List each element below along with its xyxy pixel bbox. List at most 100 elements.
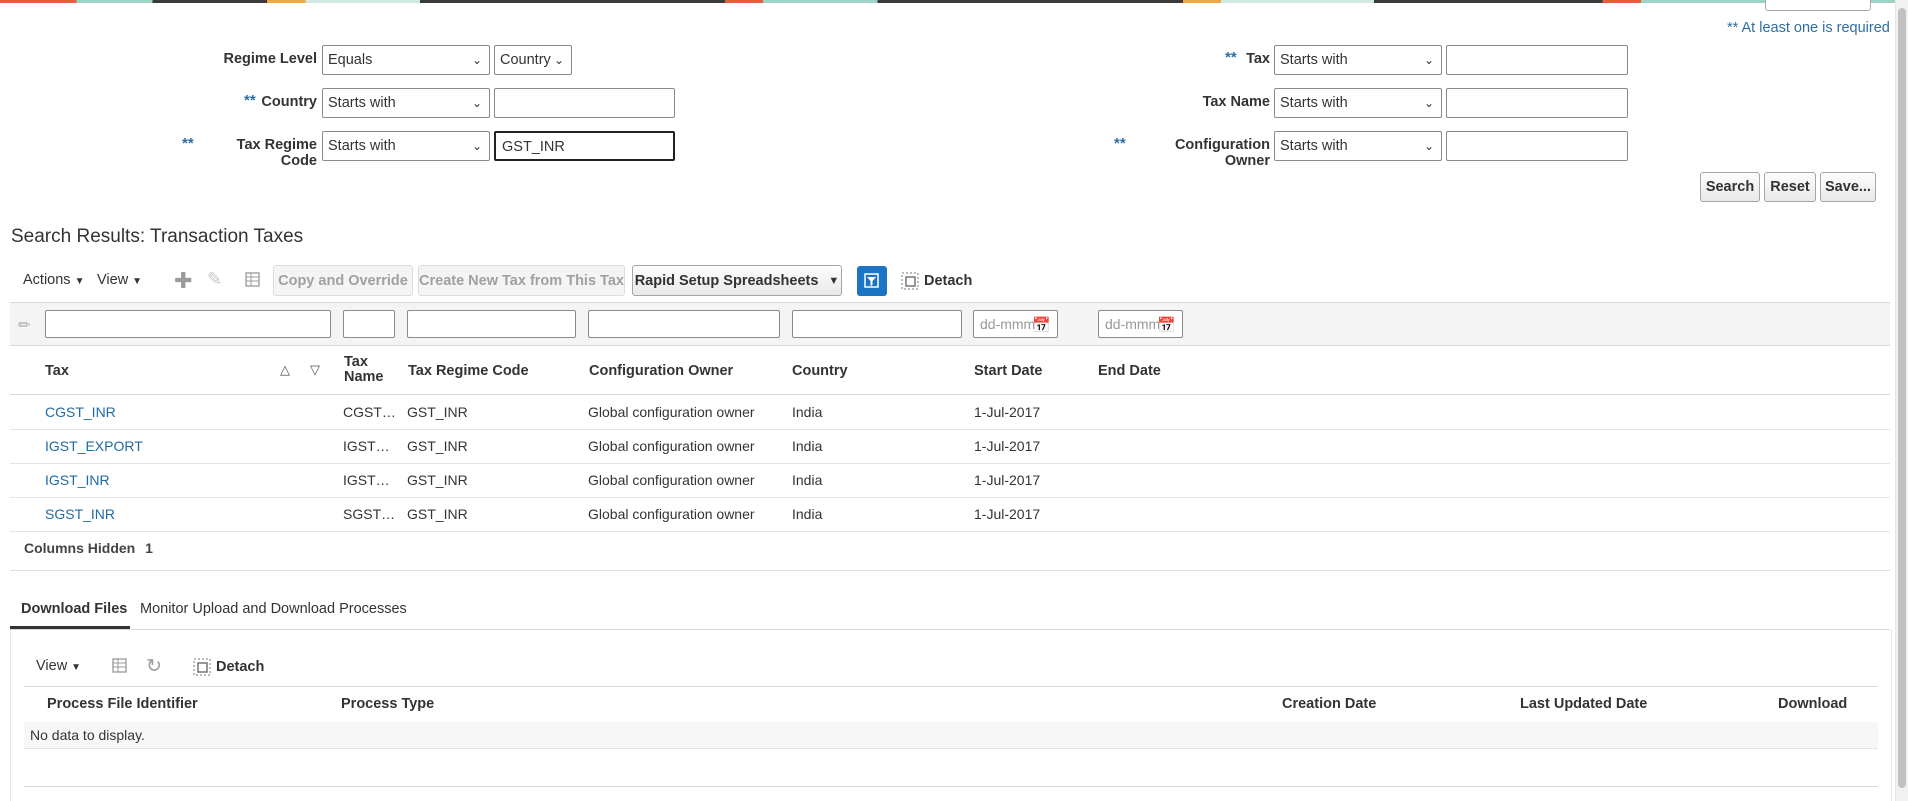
chevron-down-icon: ⌄ [1423,96,1434,110]
column-header-tax[interactable]: Tax [45,363,69,379]
column-header-last-updated-date[interactable]: Last Updated Date [1520,696,1647,712]
rapid-setup-spreadsheets-label: Rapid Setup Spreadsheets [634,272,819,289]
column-header-country[interactable]: Country [792,363,848,379]
calendar-icon[interactable]: 📅 [1032,313,1051,337]
country-operator-select[interactable]: Starts with ⌄ [322,88,490,118]
filter-end-date-input[interactable]: dd-mmm 📅 [1098,310,1183,338]
top-button-edge[interactable] [1765,0,1871,11]
required-note: ** At least one is required [1727,20,1890,36]
filter-start-date-input[interactable]: dd-mmm 📅 [973,310,1058,338]
tax-name-cell: SGST… [343,506,396,522]
filter-configuration-owner-input[interactable] [588,310,780,338]
table-header [10,350,1890,395]
copy-and-override-button[interactable]: Copy and Override [273,265,413,296]
chevron-down-icon: ▼ [828,274,840,287]
create-new-tax-button[interactable]: Create New Tax from This Tax [418,265,625,296]
tax-input[interactable] [1446,45,1628,75]
country-input[interactable] [494,88,675,118]
column-header-tax-regime-code[interactable]: Tax Regime Code [408,363,529,379]
tax-name-operator-value: Starts with [1280,95,1348,111]
column-header-process-type[interactable]: Process Type [341,696,434,712]
tax-link[interactable]: IGST_EXPORT [45,438,143,454]
calendar-icon[interactable]: 📅 [1157,313,1176,337]
filter-tax-input[interactable] [45,310,331,338]
search-button[interactable]: Search [1700,172,1760,202]
brand-strip [0,0,1908,3]
column-header-download[interactable]: Download [1778,696,1847,712]
tax-link[interactable]: CGST_INR [45,404,116,420]
filter-country-input[interactable] [792,310,962,338]
country-label: Country [261,94,317,110]
view-menu[interactable]: View ▼ [97,272,142,288]
tax-link[interactable]: SGST_INR [45,506,115,522]
edit-icon[interactable]: ✎ [207,269,222,290]
detach-icon[interactable] [900,271,920,291]
freeze-icon[interactable] [110,656,130,676]
column-header-tax-name[interactable]: Tax Name [344,355,394,385]
configuration-owner-cell: Global configuration owner [588,438,755,454]
detach-label[interactable]: Detach [924,273,972,289]
page-scrollbar-thumb[interactable] [1898,8,1906,788]
chevron-down-icon: ⌄ [471,139,482,153]
clear-filter-icon[interactable]: ✏ [18,316,31,334]
configuration-owner-required-marker: ** [1114,135,1126,152]
sort-ascending-icon[interactable]: △ [280,362,290,378]
column-header-start-date[interactable]: Start Date [974,363,1043,379]
configuration-owner-input[interactable] [1446,131,1628,161]
chevron-down-icon: ⌄ [553,53,564,67]
start-date-cell: 1-Jul-2017 [974,404,1041,420]
end-date-placeholder: dd-mmm [1105,316,1161,332]
reset-button[interactable]: Reset [1764,172,1816,202]
rapid-setup-spreadsheets-button[interactable]: Rapid Setup Spreadsheets ▼ [632,265,842,296]
country-operator-value: Starts with [328,95,396,111]
columns-hidden-count: 1 [145,540,153,556]
tax-regime-code-operator-select[interactable]: Starts with ⌄ [322,131,490,161]
tab-monitor-processes[interactable]: Monitor Upload and Download Processes [140,601,407,617]
table-row[interactable]: CGST_INR CGST… GST_INR Global configurat… [10,395,1890,430]
sort-descending-icon[interactable]: ▽ [310,362,320,378]
tax-name-cell: IGST… [343,438,390,454]
regime-level-value-select[interactable]: Country ⌄ [494,45,572,75]
regime-level-operator-select[interactable]: Equals ⌄ [322,45,490,75]
tax-regime-code-operator-value: Starts with [328,138,396,154]
filter-tax-name-input[interactable] [343,310,395,338]
start-date-placeholder: dd-mmm [980,316,1036,332]
country-cell: India [792,404,823,420]
configuration-owner-cell: Global configuration owner [588,472,755,488]
tax-operator-select[interactable]: Starts with ⌄ [1274,45,1442,75]
view-menu-label: View [97,272,129,288]
save-button[interactable]: Save... [1820,172,1876,202]
column-header-configuration-owner[interactable]: Configuration Owner [589,363,733,379]
tax-name-cell: CGST… [343,404,396,420]
query-by-example-icon[interactable] [857,266,887,296]
column-header-end-date[interactable]: End Date [1098,363,1161,379]
refresh-icon[interactable]: ↻ [146,655,162,678]
column-header-process-file-identifier[interactable]: Process File Identifier [47,696,198,712]
tax-regime-code-cell: GST_INR [407,506,468,522]
downloads-detach-label[interactable]: Detach [216,659,264,675]
tax-name-input[interactable] [1446,88,1628,118]
tax-regime-code-label: Tax Regime Code [236,137,317,169]
country-cell: India [792,472,823,488]
detach-icon[interactable] [192,657,212,677]
freeze-icon[interactable] [243,270,263,290]
filter-tax-regime-code-input[interactable] [407,310,576,338]
divider [10,570,1890,571]
table-row[interactable]: IGST_EXPORT IGST… GST_INR Global configu… [10,429,1890,464]
tax-link[interactable]: IGST_INR [45,472,110,488]
actions-menu[interactable]: Actions ▼ [23,272,84,288]
configuration-owner-operator-select[interactable]: Starts with ⌄ [1274,131,1442,161]
regime-level-operator-value: Equals [328,52,373,68]
add-icon[interactable]: ✚ [174,268,192,294]
tax-regime-code-input[interactable]: GST_INR [494,131,675,161]
tax-regime-code-cell: GST_INR [407,472,468,488]
actions-menu-label: Actions [23,272,71,288]
tab-download-files[interactable]: Download Files [21,601,127,617]
table-row[interactable]: IGST_INR IGST… GST_INR Global configurat… [10,463,1890,498]
chevron-down-icon: ⌄ [1423,53,1434,67]
chevron-down-icon: ⌄ [1423,139,1434,153]
downloads-view-menu[interactable]: View ▼ [36,658,81,674]
tax-name-operator-select[interactable]: Starts with ⌄ [1274,88,1442,118]
column-header-creation-date[interactable]: Creation Date [1282,696,1376,712]
table-row[interactable]: SGST_INR SGST… GST_INR Global configurat… [10,497,1890,532]
